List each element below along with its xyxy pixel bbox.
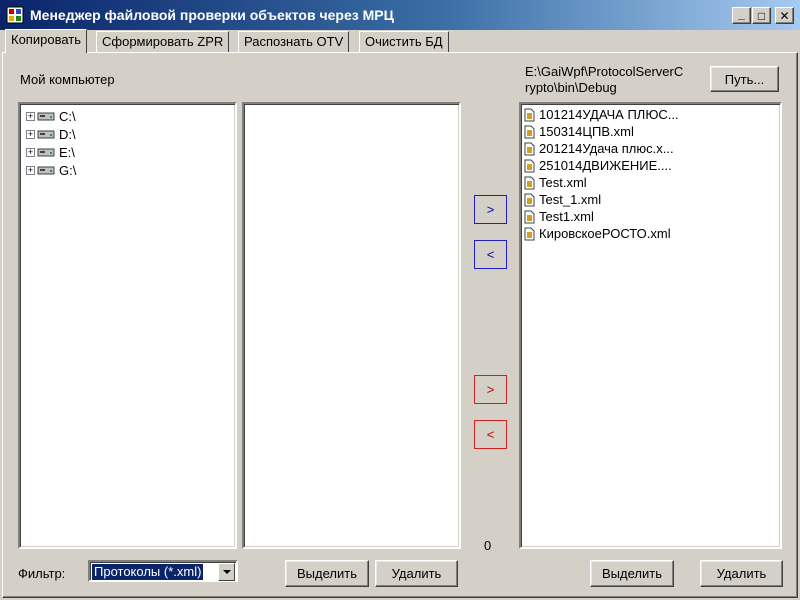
file-item[interactable]: Test.xml bbox=[524, 174, 587, 191]
move-left-button[interactable]: < bbox=[474, 240, 507, 269]
drive-tree[interactable]: + C:\ + D:\ + E:\ + G:\ bbox=[18, 102, 237, 549]
app-icon bbox=[6, 6, 24, 24]
minimize-icon: _ bbox=[738, 6, 745, 21]
file-name: Test.xml bbox=[539, 175, 587, 190]
xml-file-icon bbox=[524, 227, 535, 240]
file-name: 251014ДВИЖЕНИЕ.... bbox=[539, 158, 672, 173]
select-button-label: Выделить bbox=[297, 566, 357, 581]
filter-select[interactable]: Протоколы (*.xml) bbox=[88, 560, 238, 582]
source-file-list[interactable] bbox=[242, 102, 461, 549]
path-line-2: rypto\bin\Debug bbox=[525, 80, 617, 95]
my-computer-label: Мой компьютер bbox=[20, 72, 115, 87]
xml-file-icon bbox=[524, 210, 535, 223]
path-line-1: E:\GaiWpf\ProtocolServerC bbox=[525, 64, 684, 79]
filter-selected-value: Протоколы (*.xml) bbox=[92, 564, 204, 580]
path-button-label: Путь... bbox=[724, 71, 765, 87]
tab-copy[interactable]: Копировать bbox=[5, 29, 87, 53]
tree-item-label: D:\ bbox=[59, 126, 76, 142]
xml-file-icon bbox=[524, 125, 535, 138]
delete-button-label: Удалить bbox=[391, 566, 442, 581]
drive-icon bbox=[37, 148, 55, 157]
tab-clear-db[interactable]: Очистить БД bbox=[359, 31, 449, 52]
tree-item-label: E:\ bbox=[59, 144, 75, 160]
file-name: Test_1.xml bbox=[539, 192, 602, 207]
file-item[interactable]: 101214УДАЧА ПЛЮС... bbox=[524, 106, 679, 123]
file-counter: 0 bbox=[484, 538, 492, 553]
drive-icon bbox=[37, 166, 55, 175]
xml-file-icon bbox=[524, 176, 535, 189]
select-button-right[interactable]: Выделить bbox=[590, 560, 674, 587]
tree-item-g[interactable]: + G:\ bbox=[26, 161, 76, 179]
filter-label: Фильтр: bbox=[18, 566, 66, 581]
tab-label: Очистить БД bbox=[365, 34, 443, 49]
move-right-red-button[interactable]: > bbox=[474, 375, 507, 404]
dropdown-button[interactable] bbox=[218, 563, 235, 581]
tree-item-label: C:\ bbox=[59, 108, 76, 124]
file-name: КировскоеРОСТО.xml bbox=[539, 226, 671, 241]
arrow-right-icon: > bbox=[486, 202, 495, 217]
file-name: Test1.xml bbox=[539, 209, 594, 224]
drive-icon bbox=[37, 130, 55, 139]
drive-icon bbox=[37, 112, 55, 121]
xml-file-icon bbox=[524, 159, 535, 172]
file-item[interactable]: Test1.xml bbox=[524, 208, 594, 225]
file-item[interactable]: КировскоеРОСТО.xml bbox=[524, 225, 671, 242]
arrow-left-icon: < bbox=[486, 427, 495, 442]
tree-item-e[interactable]: + E:\ bbox=[26, 143, 75, 161]
expand-icon[interactable]: + bbox=[26, 165, 35, 175]
close-button[interactable]: ✕ bbox=[775, 7, 794, 24]
maximize-icon: □ bbox=[757, 8, 766, 23]
expand-icon[interactable]: + bbox=[26, 129, 35, 139]
minimize-button[interactable]: _ bbox=[732, 7, 751, 24]
window-title: Менеджер файловой проверки объектов чере… bbox=[30, 7, 394, 23]
file-item[interactable]: 251014ДВИЖЕНИЕ.... bbox=[524, 157, 672, 174]
file-name: 101214УДАЧА ПЛЮС... bbox=[539, 107, 679, 122]
file-name: 150314ЦПВ.xml bbox=[539, 124, 634, 139]
title-bar: Менеджер файловой проверки объектов чере… bbox=[0, 0, 800, 30]
path-button[interactable]: Путь... bbox=[710, 66, 779, 92]
xml-file-icon bbox=[524, 108, 535, 121]
file-item[interactable]: Test_1.xml bbox=[524, 191, 601, 208]
xml-file-icon bbox=[524, 142, 535, 155]
chevron-down-icon bbox=[222, 569, 231, 574]
tree-item-label: G:\ bbox=[59, 162, 77, 178]
select-button-label: Выделить bbox=[602, 566, 662, 581]
tab-form-zpr[interactable]: Сформировать ZPR bbox=[96, 31, 230, 52]
tree-item-d[interactable]: + D:\ bbox=[26, 125, 76, 143]
file-item[interactable]: 150314ЦПВ.xml bbox=[524, 123, 634, 140]
arrow-right-icon: > bbox=[486, 382, 495, 397]
file-name: 201214Удача плюс.x... bbox=[539, 141, 674, 156]
expand-icon[interactable]: + bbox=[26, 147, 35, 157]
xml-file-icon bbox=[524, 193, 535, 206]
delete-button-left[interactable]: Удалить bbox=[375, 560, 458, 587]
move-left-red-button[interactable]: < bbox=[474, 420, 507, 449]
move-right-button[interactable]: > bbox=[474, 195, 507, 224]
delete-button-right[interactable]: Удалить bbox=[700, 560, 783, 587]
delete-button-label: Удалить bbox=[716, 566, 767, 581]
select-button-left[interactable]: Выделить bbox=[285, 560, 369, 587]
file-item[interactable]: 201214Удача плюс.x... bbox=[524, 140, 674, 157]
tab-label: Распознать OTV bbox=[244, 34, 344, 49]
expand-icon[interactable]: + bbox=[26, 111, 35, 121]
target-file-list[interactable]: 101214УДАЧА ПЛЮС... 150314ЦПВ.xml 201214… bbox=[519, 102, 782, 549]
tab-label: Сформировать ZPR bbox=[102, 34, 224, 49]
close-icon: ✕ bbox=[779, 8, 790, 23]
tree-item-c[interactable]: + C:\ bbox=[26, 107, 76, 125]
arrow-left-icon: < bbox=[486, 247, 495, 262]
maximize-button[interactable]: □ bbox=[752, 7, 771, 24]
tab-label: Копировать bbox=[11, 32, 81, 47]
tab-recognize-otv[interactable]: Распознать OTV bbox=[238, 31, 350, 52]
